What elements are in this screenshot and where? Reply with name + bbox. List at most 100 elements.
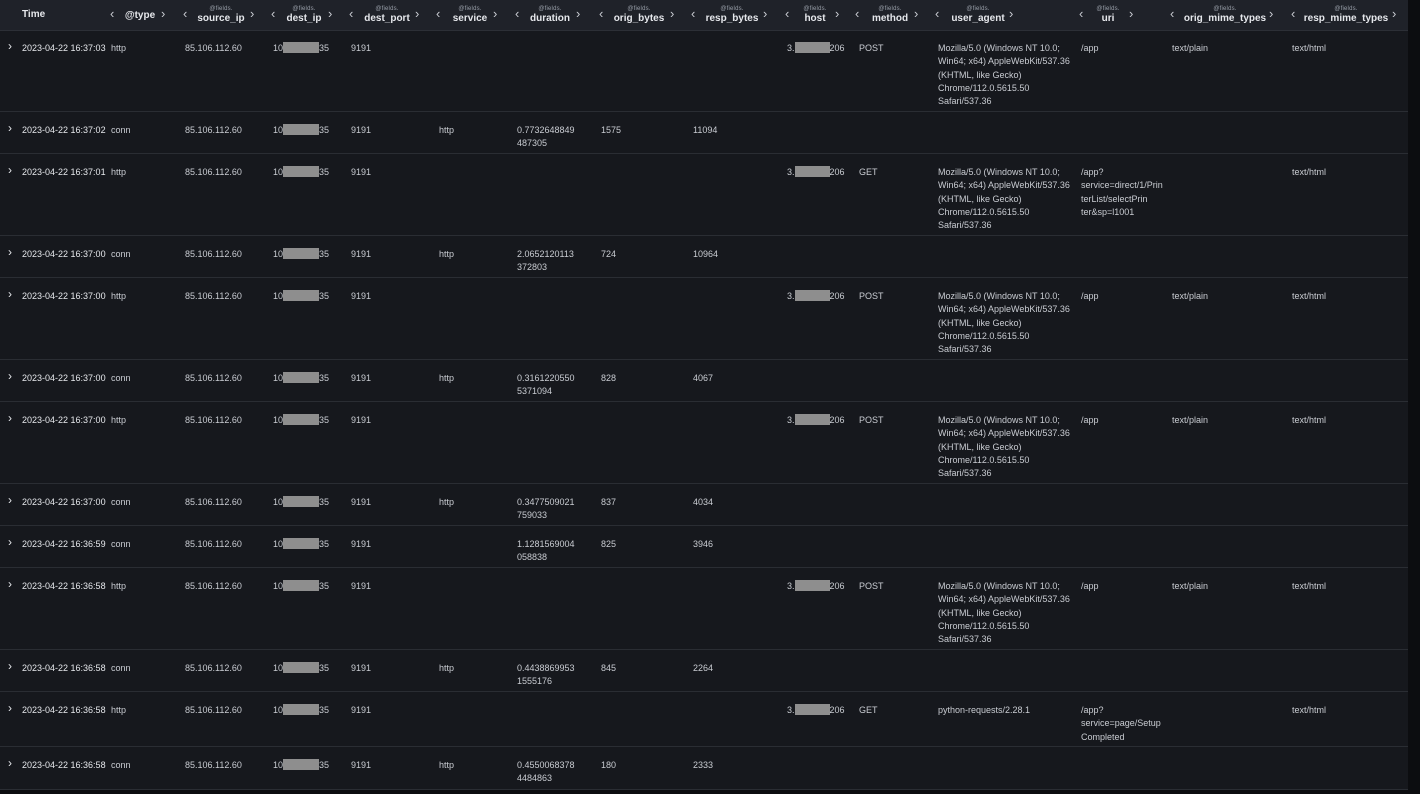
expand-row-chevron-icon[interactable]: › <box>8 412 12 425</box>
cell-dest-port: 9191 <box>351 705 372 715</box>
cell-dest-ip: 10 35 <box>273 414 329 427</box>
cell-type: http <box>111 705 127 715</box>
table-row[interactable]: › 2023-04-22 16:37:01 http 85.106.112.60 919… <box>0 154 1408 236</box>
cell-orig-bytes: 845 <box>601 663 617 673</box>
cell-service: http <box>439 497 455 507</box>
redaction-mask <box>283 538 320 549</box>
cell-host: 3. 206 <box>787 580 845 593</box>
table-row[interactable]: › 2023-04-22 16:36:59 conn 85.106.112.60 919… <box>0 526 1408 568</box>
cell-time: 2023-04-22 16:36:58 <box>22 581 106 591</box>
cell-source-ip: 85.106.112.60 <box>185 125 242 135</box>
cell-resp-bytes: 4034 <box>693 497 714 507</box>
cell-dest-ip: 10 35 <box>273 662 329 675</box>
expand-row-chevron-icon[interactable]: › <box>8 288 12 301</box>
redaction-mask <box>283 124 320 135</box>
masked-value-prefix: 10 <box>273 167 284 177</box>
table-row[interactable]: › 2023-04-22 16:37:00 conn 85.106.112.60 919… <box>0 484 1408 526</box>
chevron-right-icon[interactable]: › <box>1392 7 1396 21</box>
masked-value-suffix: 35 <box>319 43 330 53</box>
cell-host: 3. 206 <box>787 290 845 303</box>
cell-resp-mime-types: text/html <box>1292 705 1327 715</box>
redaction-mask <box>794 580 830 591</box>
masked-value-suffix: 35 <box>319 249 330 259</box>
masked-value-prefix: 10 <box>273 373 284 383</box>
cell-duration: 0.4550068378 4484863 <box>517 760 575 784</box>
expand-row-chevron-icon[interactable]: › <box>8 40 12 53</box>
expand-row-chevron-icon[interactable]: › <box>8 164 12 177</box>
table-row[interactable]: › 2023-04-22 16:36:58 http 85.106.112.60 919… <box>0 692 1408 747</box>
expand-row-chevron-icon[interactable]: › <box>8 370 12 383</box>
column-header-time[interactable]: Time <box>22 9 45 20</box>
cell-duration: 0.4438869953 1555176 <box>517 663 575 687</box>
expand-row-chevron-icon[interactable]: › <box>8 494 12 507</box>
cell-method: POST <box>859 43 884 53</box>
table-row[interactable]: › 2023-04-22 16:37:00 conn 85.106.112.60 919… <box>0 360 1408 402</box>
table-row[interactable]: › 2023-04-22 16:36:58 conn 85.106.112.60 919… <box>0 747 1408 790</box>
redaction-mask <box>794 414 830 425</box>
table-row[interactable]: › 2023-04-22 16:37:02 conn 85.106.112.60 919… <box>0 112 1408 154</box>
cell-duration: 2.0652120113 372803 <box>517 249 574 273</box>
table-row[interactable]: › 2023-04-22 16:37:03 http 85.106.112.60 919… <box>0 30 1408 112</box>
masked-value-suffix: 206 <box>829 705 845 715</box>
cell-duration: 1.1281569004 058838 <box>517 539 575 563</box>
expand-row-chevron-icon[interactable]: › <box>8 578 12 591</box>
redaction-mask <box>283 372 320 383</box>
expand-row-chevron-icon[interactable]: › <box>8 660 12 673</box>
chevron-right-icon[interactable]: › <box>1269 7 1273 21</box>
masked-value-suffix: 35 <box>319 167 330 177</box>
cell-source-ip: 85.106.112.60 <box>185 539 242 549</box>
cell-type: conn <box>111 760 131 770</box>
masked-value-prefix: 3. <box>787 167 795 177</box>
cell-uri: /app <box>1081 43 1099 53</box>
vertical-scrollbar[interactable] <box>1408 0 1420 794</box>
column-field-prefix: @fields. <box>375 6 399 12</box>
expand-row-chevron-icon[interactable]: › <box>8 702 12 715</box>
masked-value-prefix: 3. <box>787 415 795 425</box>
chevron-right-icon[interactable]: › <box>1129 7 1133 21</box>
cell-time: 2023-04-22 16:37:00 <box>22 249 106 259</box>
masked-value-suffix: 35 <box>319 760 330 770</box>
column-field-name: dest_port <box>364 13 410 24</box>
cell-dest-ip: 10 35 <box>273 124 329 137</box>
cell-service: http <box>439 760 455 770</box>
cell-type: conn <box>111 497 131 507</box>
cell-uri: /app <box>1081 415 1099 425</box>
column-field-prefix: @fields. <box>627 6 651 12</box>
column-field-name: uri <box>1101 13 1115 24</box>
cell-resp-bytes: 2333 <box>693 760 714 770</box>
column-field-name: duration <box>530 13 570 24</box>
cell-user-agent: Mozilla/5.0 (Windows NT 10.0; Win64; x64… <box>938 43 1070 107</box>
table-row[interactable]: › 2023-04-22 16:37:00 conn 85.106.112.60 919… <box>0 236 1408 278</box>
masked-value-prefix: 10 <box>273 705 284 715</box>
cell-type: conn <box>111 539 131 549</box>
cell-user-agent: Mozilla/5.0 (Windows NT 10.0; Win64; x64… <box>938 415 1070 479</box>
cell-orig-bytes: 724 <box>601 249 617 259</box>
table-row[interactable]: › 2023-04-22 16:36:58 http 85.106.112.60 919… <box>0 568 1408 650</box>
expand-row-chevron-icon[interactable]: › <box>8 536 12 549</box>
table-row[interactable]: › 2023-04-22 16:37:00 http 85.106.112.60 919… <box>0 278 1408 360</box>
cell-host: 3. 206 <box>787 414 845 427</box>
column-field-name: service <box>452 13 488 24</box>
redaction-mask <box>283 496 320 507</box>
masked-value-suffix: 35 <box>319 581 330 591</box>
cell-host: 3. 206 <box>787 166 845 179</box>
column-field-name: @type <box>124 9 156 21</box>
chevron-right-icon[interactable]: › <box>1009 7 1013 21</box>
table-row[interactable]: › 2023-04-22 16:36:58 conn 85.106.112.60 919… <box>0 650 1408 692</box>
cell-user-agent: python-requests/2.28.1 <box>938 705 1031 715</box>
cell-time: 2023-04-22 16:36:59 <box>22 539 106 549</box>
expand-row-chevron-icon[interactable]: › <box>8 246 12 259</box>
cell-host: 3. 206 <box>787 42 845 55</box>
expand-row-chevron-icon[interactable]: › <box>8 122 12 135</box>
masked-value-prefix: 10 <box>273 43 284 53</box>
cell-uri: /app? service=direct/1/Prin terList/sele… <box>1081 167 1163 217</box>
cell-dest-port: 9191 <box>351 125 372 135</box>
cell-time: 2023-04-22 16:37:01 <box>22 167 106 177</box>
expand-row-chevron-icon[interactable]: › <box>8 757 12 770</box>
column-field-prefix: @fields. <box>1096 6 1120 12</box>
cell-resp-bytes: 10964 <box>693 249 719 259</box>
cell-dest-port: 9191 <box>351 581 372 591</box>
cell-uri: /app? service=page/Setup Completed <box>1081 705 1161 742</box>
cell-method: POST <box>859 291 884 301</box>
table-row[interactable]: › 2023-04-22 16:37:00 http 85.106.112.60 919… <box>0 402 1408 484</box>
